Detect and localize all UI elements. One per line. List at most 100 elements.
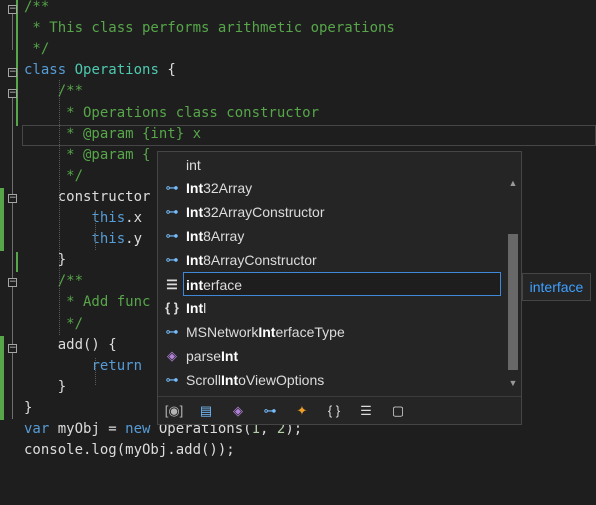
code-token: /** — [57, 83, 84, 100]
code-line[interactable]: constructor — [24, 187, 151, 208]
code-line[interactable]: /** — [24, 0, 49, 18]
label-match: Int — [186, 180, 204, 196]
interface-filter-icon[interactable]: ⊶ — [259, 401, 281, 421]
interface-icon: ⊶ — [165, 204, 179, 219]
code-line[interactable]: } — [24, 398, 32, 419]
completion-item-label: Int8ArrayConstructor — [186, 248, 317, 272]
keyword-icon: ☰ — [166, 277, 178, 292]
completion-item[interactable]: ⊶ Int32ArrayConstructor — [158, 200, 506, 224]
code-token: } — [24, 378, 67, 395]
code-token: this — [91, 210, 126, 226]
completion-item[interactable]: ☰ interface — [166, 272, 501, 297]
current-line-highlight — [22, 125, 596, 146]
completion-item-label: parseInt — [186, 344, 238, 368]
class-filter-icon[interactable]: ✦ — [291, 401, 313, 421]
snippet-filter-icon[interactable]: ▢ — [387, 401, 409, 421]
label-rest: 8ArrayConstructor — [203, 252, 317, 268]
completion-filter-bar: [◉] ▤ ◈ ⊶ ✦ { } ☰ ▢ — [158, 396, 521, 425]
completion-item[interactable]: { } Intl — [158, 296, 506, 320]
code-line[interactable]: class Operations { — [24, 60, 176, 81]
code-line[interactable]: */ — [24, 314, 83, 335]
label-pre: parse — [186, 348, 222, 364]
interface-icon: ⊶ — [165, 180, 179, 195]
fold-toggle-icon[interactable]: − — [8, 68, 17, 77]
kind-tooltip: interface — [522, 273, 591, 301]
code-line[interactable]: /** — [24, 81, 83, 102]
code-line[interactable]: * Add func — [24, 292, 150, 313]
completion-item[interactable]: ⊶ Int32Array — [158, 176, 506, 200]
completion-popup[interactable]: int ⊶ Int32Array ⊶ Int32ArrayConstructor ⊶ In… — [157, 151, 522, 425]
code-token: /** — [57, 273, 84, 290]
code-line[interactable]: this.x — [24, 208, 142, 229]
fold-toggle-icon[interactable]: − — [8, 194, 17, 203]
code-token: */ — [24, 41, 50, 58]
code-line[interactable]: */ — [24, 166, 83, 187]
label-match: Int — [186, 300, 204, 316]
completion-item-label: Int32ArrayConstructor — [186, 200, 325, 224]
code-line[interactable]: console.log(myObj.add()); — [24, 440, 235, 461]
scroll-up-icon[interactable]: ▲ — [505, 176, 521, 190]
completion-item[interactable]: ◈ parseInt — [158, 344, 506, 368]
label-match: int — [186, 277, 204, 293]
code-token: return — [91, 357, 143, 374]
label-match: Int — [186, 228, 204, 244]
completion-item[interactable]: ⊶ Int8Array — [158, 224, 506, 248]
code-token: * This class performs arithmetic operati… — [24, 20, 395, 37]
variable-filter-icon[interactable]: [◉] — [163, 401, 185, 421]
code-token: new — [125, 421, 151, 437]
code-line[interactable]: return — [24, 356, 142, 377]
scroll-down-icon[interactable]: ▼ — [505, 376, 521, 390]
change-marker — [16, 0, 18, 126]
completion-item-label: Intl — [186, 296, 206, 320]
code-token: */ — [57, 167, 84, 184]
code-line[interactable]: * Operations class constructor — [24, 103, 319, 124]
code-line[interactable]: */ — [24, 39, 49, 60]
label-pre: Scroll — [186, 372, 222, 388]
fold-toggle-icon[interactable]: − — [8, 344, 17, 353]
code-line[interactable]: add() { — [24, 335, 117, 356]
completion-scrollbar[interactable]: ▲ ▼ — [505, 176, 521, 390]
code-token: */ — [57, 315, 84, 332]
code-token: { — [158, 62, 176, 79]
namespace-filter-icon[interactable]: { } — [323, 401, 345, 421]
label-rest: oViewOptions — [238, 372, 325, 388]
fold-guide — [12, 287, 13, 344]
completion-item[interactable]: ⊶ Int8ArrayConstructor — [158, 248, 506, 272]
constant-filter-icon[interactable]: ▤ — [195, 401, 217, 421]
completion-item-label: Int8Array — [186, 224, 244, 248]
change-marker — [16, 252, 18, 272]
completion-item-label: MSNetworkInterfaceType — [186, 320, 345, 344]
keyword-filter-icon[interactable]: ☰ — [355, 401, 377, 421]
method-filter-icon[interactable]: ◈ — [227, 401, 249, 421]
label-match: Int — [221, 372, 239, 388]
code-token: myObj = — [49, 421, 126, 437]
label-rest: erfaceType — [275, 324, 345, 340]
label-rest: 32Array — [203, 180, 253, 196]
completion-item-label: ScrollIntoViewOptions — [186, 368, 324, 392]
label-match: Int — [221, 348, 239, 364]
change-marker — [0, 188, 4, 251]
code-line[interactable]: * @param { — [24, 145, 150, 166]
code-line[interactable]: /** — [24, 271, 83, 292]
completion-item[interactable]: ⊶ ScrollIntoViewOptions — [158, 368, 506, 392]
completion-item-label: Int32Array — [186, 176, 252, 200]
code-line[interactable]: } — [24, 377, 66, 398]
code-line[interactable]: this.y — [24, 229, 142, 250]
label-match: Int — [186, 252, 204, 268]
completion-item[interactable]: ⊶ MSNetworkInterfaceType — [158, 320, 506, 344]
label-rest: erface — [203, 277, 243, 293]
fold-toggle-icon[interactable]: − — [8, 5, 17, 14]
code-line[interactable]: * This class performs arithmetic operati… — [24, 18, 395, 39]
label-match: Int — [186, 204, 204, 220]
fold-toggle-icon[interactable]: − — [8, 89, 17, 98]
completion-item-label: interface — [186, 273, 242, 297]
fold-toggle-icon[interactable]: − — [8, 278, 17, 287]
scrollbar-thumb[interactable] — [508, 234, 518, 370]
